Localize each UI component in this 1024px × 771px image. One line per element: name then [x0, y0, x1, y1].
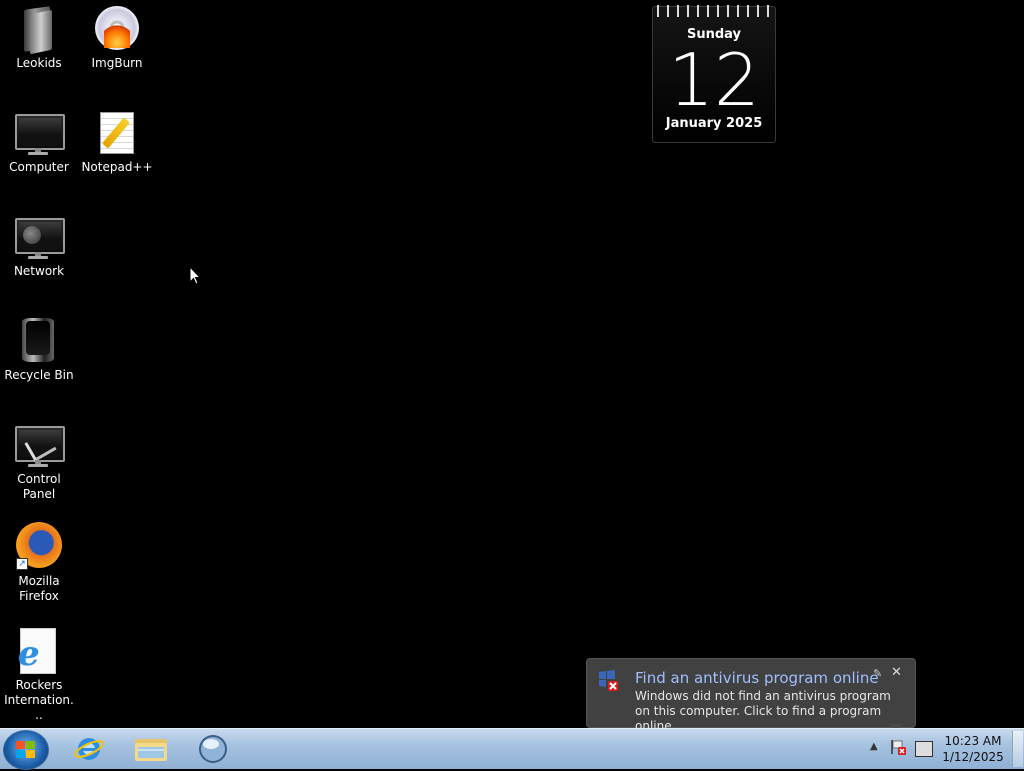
- notification-close-icon[interactable]: ✕: [891, 665, 902, 680]
- windows-explorer-icon: [135, 739, 167, 761]
- taskbar-windows-media-player[interactable]: [186, 731, 240, 767]
- internet-explorer-icon: [74, 738, 104, 760]
- firefox-icon: ↗: [14, 522, 64, 570]
- desktop-icon-recycle-bin[interactable]: Recycle Bin: [0, 316, 78, 383]
- desktop-icon-label: Mozilla Firefox: [18, 574, 60, 603]
- desktop-icon-rockers-international[interactable]: e Rockers Internation...: [0, 626, 78, 723]
- windows-logo-icon: [16, 741, 36, 759]
- desktop: Leokids ImgBurn Computer Notepad++ Netwo…: [0, 0, 1024, 733]
- clock-time: 10:23 AM: [944, 734, 1002, 748]
- desktop-icon-label: Rockers Internation...: [4, 678, 74, 722]
- taskbar-clock[interactable]: 10:23 AM 1/12/2025: [938, 733, 1008, 765]
- desktop-icon-label: Control Panel: [17, 472, 61, 501]
- shortcut-arrow-icon: ↗: [16, 558, 28, 570]
- desktop-icon-control-panel[interactable]: Control Panel: [0, 420, 78, 502]
- calendar-day-number: 12: [668, 38, 760, 122]
- folder-icon: [14, 4, 64, 55]
- show-hidden-icons-icon[interactable]: ▲: [870, 741, 878, 752]
- desktop-icon-label: Computer: [9, 160, 69, 174]
- desktop-icon-firefox[interactable]: ↗ Mozilla Firefox: [0, 522, 78, 604]
- computer-icon: [14, 108, 65, 156]
- taskbar-windows-explorer[interactable]: [124, 731, 178, 767]
- network-tray-icon[interactable]: [915, 741, 933, 757]
- calendar-month-year: January 2025: [665, 116, 763, 131]
- action-center-icon[interactable]: [890, 739, 906, 755]
- calendar-gadget[interactable]: Sunday 12 January 2025: [652, 5, 776, 143]
- taskbar-internet-explorer[interactable]: [62, 731, 116, 767]
- windows-media-player-icon: [199, 735, 227, 763]
- desktop-icon-notepadpp[interactable]: Notepad++: [78, 108, 156, 175]
- start-button[interactable]: [3, 730, 49, 770]
- calendar-rings: [657, 5, 771, 17]
- desktop-icon-label: Network: [13, 264, 65, 278]
- imgburn-icon: [92, 4, 142, 52]
- desktop-icon-label: Notepad++: [81, 160, 153, 174]
- desktop-icon-label: Recycle Bin: [4, 368, 74, 382]
- security-warning-icon: [599, 670, 618, 691]
- desktop-icon-leokids[interactable]: Leokids: [0, 4, 78, 71]
- show-desktop-button[interactable]: [1012, 731, 1023, 767]
- recycle-bin-icon: [14, 316, 64, 364]
- notification-options-icon[interactable]: ✎: [873, 667, 882, 680]
- desktop-icon-computer[interactable]: Computer: [0, 108, 78, 175]
- desktop-icon-imgburn[interactable]: ImgBurn: [78, 4, 156, 71]
- internet-shortcut-icon: e: [14, 626, 64, 674]
- control-panel-icon: [14, 420, 65, 468]
- notepadpp-icon: [92, 108, 142, 156]
- desktop-icon-network[interactable]: Network: [0, 212, 78, 279]
- taskbar: ▲ 10:23 AM 1/12/2025: [0, 728, 1024, 770]
- clock-date: 1/12/2025: [942, 750, 1004, 764]
- desktop-icon-label: ImgBurn: [91, 56, 143, 70]
- desktop-icon-label: Leokids: [16, 56, 62, 70]
- notification-title: Find an antivirus program online: [635, 669, 879, 687]
- antivirus-notification-balloon[interactable]: Find an antivirus program online Windows…: [586, 658, 916, 733]
- network-icon: [14, 212, 65, 260]
